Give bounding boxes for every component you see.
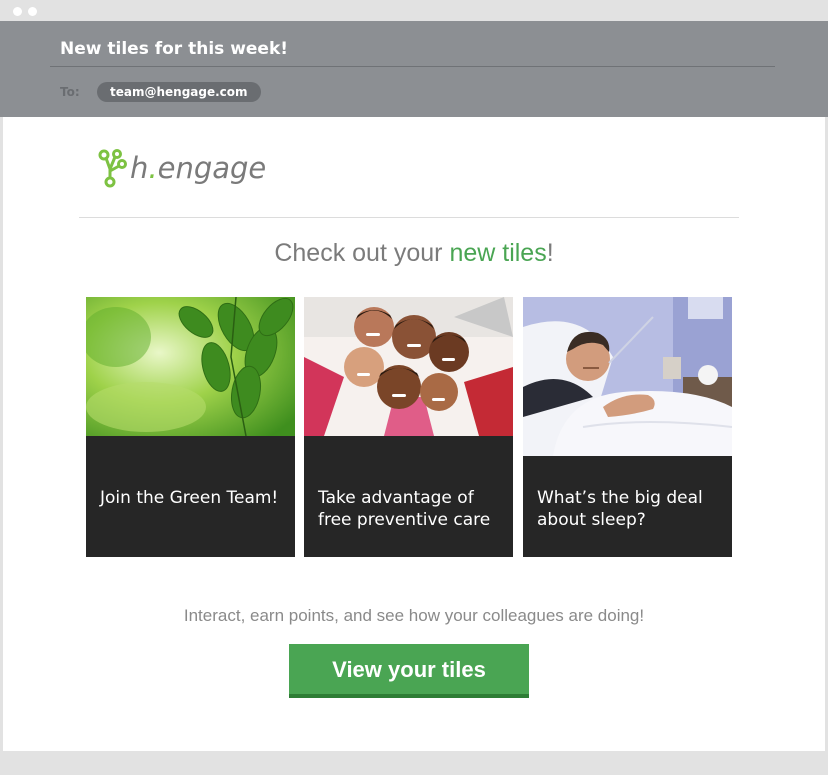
molecule-logo-icon <box>98 149 127 188</box>
view-tiles-button[interactable]: View your tiles <box>289 644 529 698</box>
logo-dot: . <box>148 151 158 185</box>
email-header: New tiles for this week! To: team@hengag… <box>0 21 828 117</box>
subject-divider <box>50 66 775 67</box>
tile-label: Take advantage of free preventive care <box>318 488 491 530</box>
logo-h: h <box>130 151 149 185</box>
green-leaves-image <box>86 297 295 436</box>
window-close-dot[interactable] <box>13 7 22 16</box>
to-label: To: <box>60 85 80 99</box>
tile-sleep[interactable]: What’s the big deal about sleep? <box>523 297 732 557</box>
email-window: New tiles for this week! To: team@hengag… <box>0 0 828 775</box>
headline-highlight: new tiles <box>449 239 547 267</box>
window-titlebar <box>0 0 828 21</box>
sick-man-image <box>523 297 732 456</box>
window-minimize-dot[interactable] <box>28 7 37 16</box>
headline: Check out your new tiles! <box>3 239 825 268</box>
tile-green-team[interactable]: Join the Green Team! <box>86 297 295 557</box>
children-circle-image <box>304 297 513 436</box>
recipient-chip[interactable]: team@hengage.com <box>97 82 261 102</box>
logo-divider <box>79 217 739 218</box>
window-bottom-bar <box>0 751 828 775</box>
tile-label: What’s the big deal about sleep? <box>537 488 703 530</box>
email-subject: New tiles for this week! <box>60 39 289 59</box>
cta-text: Interact, earn points, and see how your … <box>183 606 645 625</box>
headline-suffix: ! <box>546 239 554 267</box>
headline-prefix: Check out your <box>274 239 450 267</box>
logo-engage: engage <box>157 151 267 185</box>
tile-label: Join the Green Team! <box>100 488 279 508</box>
tile-preventive-care[interactable]: Take advantage of free preventive care <box>304 297 513 557</box>
email-body: h.engage Check out your new tiles! Join … <box>3 117 825 751</box>
logo-wordmark: h.engage <box>130 151 266 185</box>
